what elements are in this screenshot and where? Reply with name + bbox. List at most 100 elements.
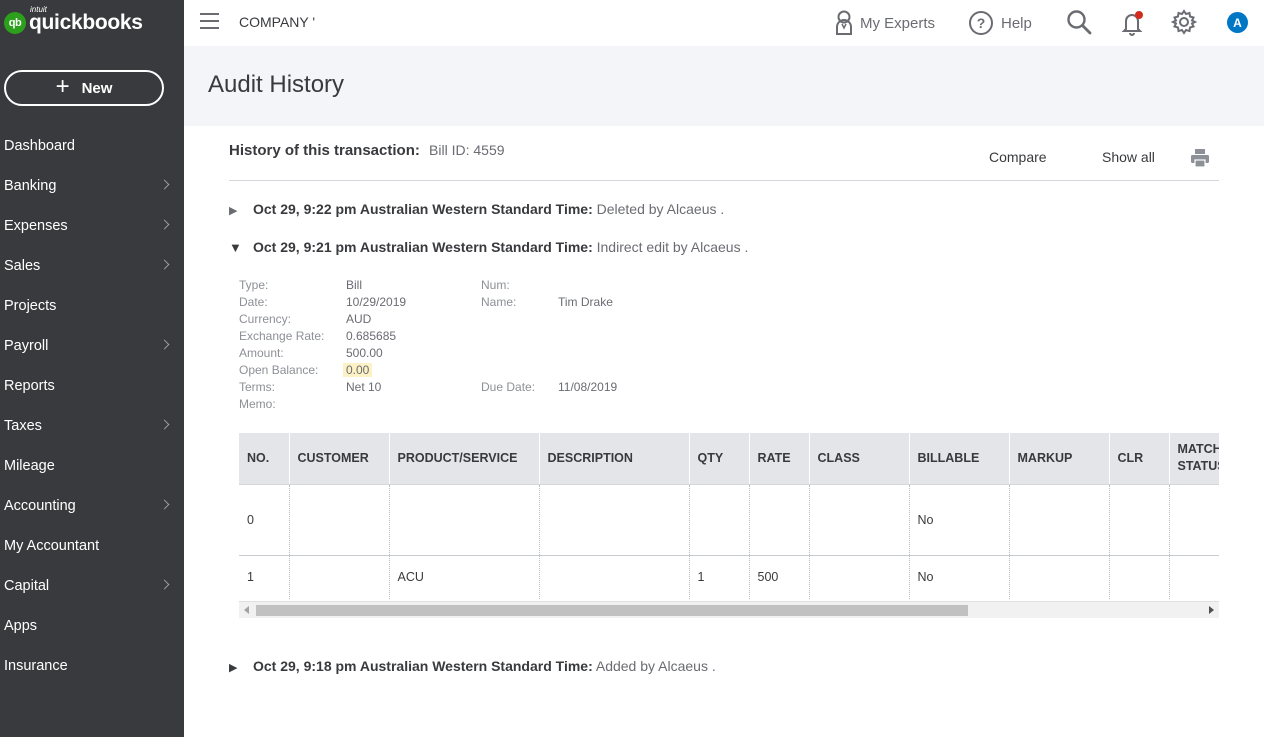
table-cell xyxy=(749,484,810,556)
sidebar-item-payroll[interactable]: Payroll xyxy=(0,326,184,366)
table-cell xyxy=(1009,484,1110,556)
compare-link[interactable]: Compare xyxy=(989,149,1047,165)
horizontal-scrollbar[interactable] xyxy=(239,601,1219,618)
avatar[interactable]: A xyxy=(1227,12,1248,33)
sidebar-item-label: Expenses xyxy=(4,218,68,234)
chevron-right-icon xyxy=(159,179,170,190)
table-cell: No xyxy=(909,484,1010,556)
sidebar-item-label: Projects xyxy=(4,298,57,314)
show-all-link[interactable]: Show all xyxy=(1102,149,1155,165)
bell-icon[interactable] xyxy=(1120,9,1146,37)
column-header[interactable]: CLASS xyxy=(809,433,910,485)
search-icon[interactable] xyxy=(1066,9,1092,35)
table-cell: 500 xyxy=(749,555,810,599)
sidebar-item-accounting[interactable]: Accounting xyxy=(0,486,184,526)
sidebar-item-label: My Accountant xyxy=(4,538,100,554)
scroll-left-icon[interactable] xyxy=(244,606,249,614)
table-cell: 1 xyxy=(689,555,750,599)
printer-icon[interactable] xyxy=(1190,148,1210,168)
sidebar-item-label: Banking xyxy=(4,178,57,194)
scroll-right-icon[interactable] xyxy=(1209,606,1214,614)
chevron-right-icon xyxy=(159,499,170,510)
help-icon: ? xyxy=(969,11,993,35)
my-experts-button[interactable]: My Experts xyxy=(834,9,935,37)
exchange-rate-label: Exchange Rate: xyxy=(239,329,325,343)
sidebar-item-reports[interactable]: Reports xyxy=(0,366,184,406)
history-heading: History of this transaction: Bill ID: 45… xyxy=(229,142,505,159)
sidebar-item-sales[interactable]: Sales xyxy=(0,246,184,286)
table-cell xyxy=(289,484,390,556)
help-label: Help xyxy=(1001,14,1032,32)
sidebar-item-insurance[interactable]: Insurance xyxy=(0,646,184,686)
menu-icon[interactable] xyxy=(200,13,219,29)
brand-intuit: intuit xyxy=(30,5,47,14)
sidebar-item-mileage[interactable]: Mileage xyxy=(0,446,184,486)
new-button-label: New xyxy=(81,79,113,97)
history-event-added[interactable]: ▶ Oct 29, 9:18 pm Australian Western Stan… xyxy=(229,658,716,674)
sidebar-item-label: Insurance xyxy=(4,658,68,674)
sidebar-item-label: Dashboard xyxy=(4,138,75,154)
column-header[interactable]: BILLABLE xyxy=(909,433,1010,485)
event-time: Oct 29, 9:21 pm Australian Western Stand… xyxy=(253,239,593,255)
sidebar-item-label: Capital xyxy=(4,578,50,594)
history-label: History of this transaction: xyxy=(229,142,420,159)
sidebar-item-label: Apps xyxy=(4,618,38,634)
table-cell xyxy=(689,484,750,556)
column-header[interactable]: RATE xyxy=(749,433,810,485)
type-label: Type: xyxy=(239,278,269,292)
sidebar-item-banking[interactable]: Banking xyxy=(0,166,184,206)
sidebar-item-projects[interactable]: Projects xyxy=(0,286,184,326)
sidebar-item-my-accountant[interactable]: My Accountant xyxy=(0,526,184,566)
expand-arrow-icon[interactable]: ▶ xyxy=(229,661,243,674)
collapse-arrow-icon[interactable]: ▼ xyxy=(229,240,243,255)
new-button[interactable]: + New xyxy=(4,70,164,106)
due-date-value: 11/08/2019 xyxy=(558,380,618,394)
quickbooks-logo[interactable]: qb intuit quickbooks xyxy=(4,5,143,38)
name-label: Name: xyxy=(481,295,517,309)
divider xyxy=(229,180,1219,181)
column-header[interactable]: MATCH STATUS xyxy=(1169,433,1219,485)
line-items-table: NO. CUSTOMER PRODUCT/SERVICE DESCRIPTION QTY… xyxy=(239,433,1219,618)
sidebar-item-expenses[interactable]: Expenses xyxy=(0,206,184,246)
help-button[interactable]: ? Help xyxy=(969,9,1032,37)
column-header[interactable]: NO. xyxy=(239,433,290,485)
scroll-thumb[interactable] xyxy=(256,605,968,616)
plus-icon: + xyxy=(55,73,70,100)
open-balance-label: Open Balance: xyxy=(239,363,319,377)
column-header[interactable]: CLR xyxy=(1109,433,1170,485)
table-cell xyxy=(809,555,910,599)
column-header[interactable]: QTY xyxy=(689,433,750,485)
brand-name: quickbooks xyxy=(29,11,143,34)
event-time: Oct 29, 9:22 pm Australian Western Stand… xyxy=(253,201,593,217)
column-header[interactable]: DESCRIPTION xyxy=(539,433,690,485)
main-content: History of this transaction: Bill ID: 45… xyxy=(184,126,1264,737)
sidebar-item-taxes[interactable]: Taxes xyxy=(0,406,184,446)
table-cell xyxy=(1009,555,1110,599)
history-event-indirect-edit[interactable]: ▼ Oct 29, 9:21 pm Australian Western Stan… xyxy=(229,239,748,255)
table-cell xyxy=(809,484,910,556)
currency-label: Currency: xyxy=(239,312,292,326)
sidebar-item-label: Sales xyxy=(4,258,41,274)
event-action: Added by Alcaeus . xyxy=(595,658,716,674)
event-time: Oct 29, 9:18 pm Australian Western Stand… xyxy=(253,658,593,674)
column-header[interactable]: PRODUCT/SERVICE xyxy=(389,433,540,485)
type-value: Bill xyxy=(346,278,363,292)
chevron-right-icon xyxy=(159,579,170,590)
terms-label: Terms: xyxy=(239,380,275,394)
sidebar-item-dashboard[interactable]: Dashboard xyxy=(0,126,184,166)
event-action: Indirect edit by Alcaeus . xyxy=(596,239,749,255)
table-row: 0 No xyxy=(239,484,1219,556)
gear-icon[interactable] xyxy=(1171,9,1197,35)
column-header[interactable]: CUSTOMER xyxy=(289,433,390,485)
sidebar-item-capital[interactable]: Capital xyxy=(0,566,184,606)
column-header[interactable]: MARKUP xyxy=(1009,433,1110,485)
top-bar: COMPANY ' My Experts ? Help A xyxy=(184,0,1264,46)
table-cell xyxy=(539,484,690,556)
history-event-deleted[interactable]: ▶ Oct 29, 9:22 pm Australian Western Stan… xyxy=(229,201,724,217)
sidebar-item-apps[interactable]: Apps xyxy=(0,606,184,646)
chevron-right-icon xyxy=(159,419,170,430)
chevron-right-icon xyxy=(159,219,170,230)
num-label: Num: xyxy=(481,278,510,292)
table-cell: ACU xyxy=(389,555,540,599)
expand-arrow-icon[interactable]: ▶ xyxy=(229,204,243,217)
